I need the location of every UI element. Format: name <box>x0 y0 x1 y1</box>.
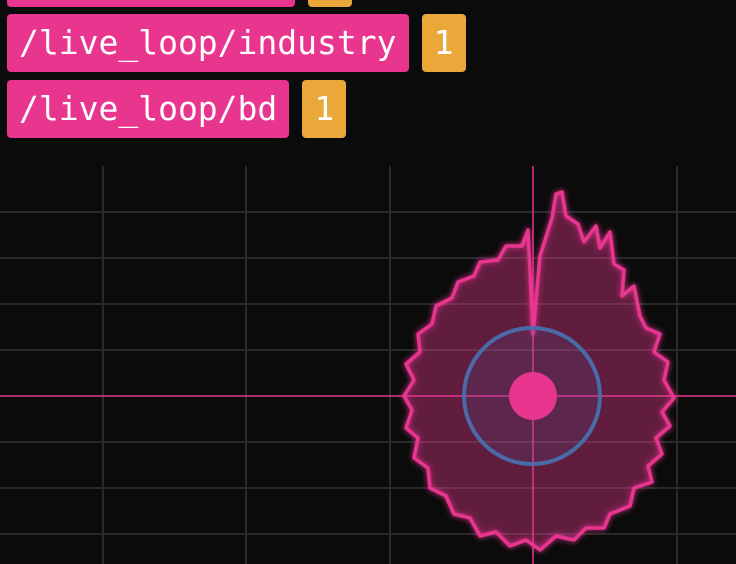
cue-count-badge: 1 <box>302 80 347 138</box>
cue-count-badge <box>308 0 352 7</box>
cue-row-bd: /live_loop/bd 1 <box>7 80 347 138</box>
cue-count-badge: 1 <box>421 14 466 72</box>
cue-name: /live_loop/industry <box>7 14 409 72</box>
cue-row-partial <box>7 0 352 7</box>
cue-name: /live_loop/bd <box>7 80 290 138</box>
scope-visualizer <box>0 166 736 564</box>
scope-center-dot <box>509 372 557 420</box>
cue-name <box>7 0 295 7</box>
cue-row-industry: /live_loop/industry 1 <box>7 14 466 72</box>
